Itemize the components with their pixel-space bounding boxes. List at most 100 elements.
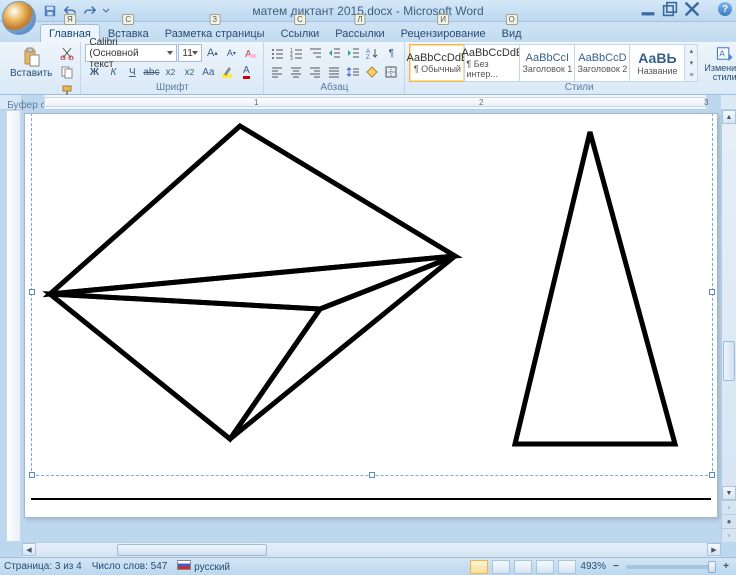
save-icon[interactable]: 1	[42, 3, 58, 19]
view-outline-icon[interactable]	[536, 560, 554, 574]
page[interactable]	[24, 113, 718, 518]
subscript-icon[interactable]: x2	[161, 63, 179, 81]
svg-text:A: A	[719, 48, 725, 58]
tab-page-layout[interactable]: ЗРазметка страницы	[157, 25, 273, 42]
status-words[interactable]: Число слов: 547	[92, 561, 168, 572]
sort-icon[interactable]: AZ	[363, 44, 381, 62]
status-language[interactable]: русский	[177, 560, 230, 573]
change-styles-button[interactable]: A Изменить стили	[700, 44, 736, 82]
next-page-icon[interactable]: ◦	[722, 528, 736, 542]
group-styles: AaBbCcDdE¶ Обычный AaBbCcDdE¶ Без интер.…	[405, 42, 736, 94]
svg-text:3: 3	[290, 56, 293, 60]
align-right-icon[interactable]	[306, 63, 324, 81]
group-paragraph: 123 AZ ¶ Абзац	[264, 42, 405, 94]
scroll-down-icon[interactable]: ▼	[722, 486, 736, 500]
justify-icon[interactable]	[325, 63, 343, 81]
group-label: Стили	[409, 82, 736, 94]
line-spacing-icon[interactable]	[344, 63, 362, 81]
style-heading1[interactable]: AaBbCcIЗаголовок 1	[519, 44, 575, 82]
zoom-level[interactable]: 493%	[580, 561, 606, 572]
qat-dropdown-icon[interactable]	[102, 3, 110, 19]
scrollbar-horizontal[interactable]: ◀ ▶	[22, 542, 721, 557]
scroll-left-icon[interactable]: ◀	[22, 543, 36, 556]
zoom-thumb[interactable]	[708, 561, 716, 573]
decrease-indent-icon[interactable]	[325, 44, 343, 62]
scrollbar-vertical[interactable]: ▲ ▼ ◦ ● ◦	[721, 110, 736, 542]
tab-label: Разметка страницы	[165, 28, 265, 40]
prev-page-icon[interactable]: ◦	[722, 500, 736, 514]
tab-view[interactable]: ОВид	[494, 25, 530, 42]
clear-format-icon[interactable]: A	[241, 44, 259, 62]
superscript-icon[interactable]: x2	[180, 63, 198, 81]
tab-mailings[interactable]: ЛРассылки	[327, 25, 392, 42]
zoom-in-icon[interactable]: +	[720, 561, 732, 573]
number-list-icon[interactable]: 123	[287, 44, 305, 62]
shrink-font-icon[interactable]: A▾	[222, 44, 240, 62]
style-normal[interactable]: AaBbCcDdE¶ Обычный	[409, 44, 465, 82]
tab-review[interactable]: ИРецензирование	[393, 25, 494, 42]
font-color-icon[interactable]: A	[237, 63, 255, 81]
font-name-input[interactable]: Calibri (Основной текст	[85, 44, 177, 62]
change-case-icon[interactable]: Aa	[199, 63, 217, 81]
browse-object-icon[interactable]: ●	[722, 514, 736, 528]
multilevel-list-icon[interactable]	[306, 44, 324, 62]
style-gallery: AaBbCcDdE¶ Обычный AaBbCcDdE¶ Без интер.…	[409, 44, 698, 82]
paste-button[interactable]: Вставить	[6, 44, 56, 82]
drawing-shapes	[25, 114, 718, 504]
font-size-input[interactable]: 11	[178, 44, 202, 62]
group-font: Calibri (Основной текст 11 A▴ A▾ A Ж К Ч…	[81, 42, 264, 94]
redo-icon[interactable]: 3	[82, 3, 98, 19]
tab-label: Главная	[49, 28, 91, 40]
style-heading2[interactable]: AaBbCcDЗаголовок 2	[574, 44, 630, 82]
scroll-thumb[interactable]	[723, 341, 735, 381]
tab-label: Ссылки	[281, 28, 320, 40]
scroll-right-icon[interactable]: ▶	[707, 543, 721, 556]
document-area: ▲ ▼ ◦ ● ◦	[0, 110, 736, 542]
view-web-icon[interactable]	[514, 560, 532, 574]
paste-label: Вставить	[10, 68, 52, 79]
view-full-screen-icon[interactable]	[492, 560, 510, 574]
tab-label: Вид	[502, 28, 522, 40]
view-draft-icon[interactable]	[558, 560, 576, 574]
status-page[interactable]: Страница: 3 из 4	[4, 561, 82, 572]
style-title[interactable]: АаВЬНазвание	[629, 44, 685, 82]
restore-icon[interactable]	[662, 2, 678, 16]
bullet-list-icon[interactable]	[268, 44, 286, 62]
group-label: Абзац	[268, 82, 400, 94]
tab-references[interactable]: ССсылки	[273, 25, 328, 42]
title-bar: 1 2 3 матем диктант 2015.docx - Microsof…	[0, 0, 736, 22]
cut-icon[interactable]	[58, 44, 76, 62]
tab-label: Рецензирование	[401, 28, 486, 40]
view-print-layout-icon[interactable]	[470, 560, 488, 574]
change-styles-label: Изменить стили	[704, 64, 736, 82]
ruler-vertical[interactable]	[6, 110, 21, 542]
help-icon[interactable]: ?	[718, 2, 732, 16]
align-left-icon[interactable]	[268, 63, 286, 81]
grow-font-icon[interactable]: A▴	[203, 44, 221, 62]
svg-text:Z: Z	[366, 55, 370, 60]
scroll-up-icon[interactable]: ▲	[722, 110, 736, 124]
copy-icon[interactable]	[58, 63, 76, 81]
ruler-horizontal[interactable]: 1 2 3	[44, 95, 706, 110]
highlight-icon[interactable]	[218, 63, 236, 81]
group-label: Шрифт	[85, 82, 259, 94]
close-icon[interactable]	[684, 2, 700, 16]
status-bar: Страница: 3 из 4 Число слов: 547 русский…	[0, 557, 736, 575]
increase-indent-icon[interactable]	[344, 44, 362, 62]
ribbon: Вставить Буфер обмена Calibri (Основной …	[0, 42, 736, 95]
minimize-icon[interactable]	[640, 2, 656, 16]
zoom-out-icon[interactable]: −	[610, 561, 622, 573]
shading-icon[interactable]	[363, 63, 381, 81]
show-marks-icon[interactable]: ¶	[382, 44, 400, 62]
borders-icon[interactable]	[382, 63, 400, 81]
align-center-icon[interactable]	[287, 63, 305, 81]
horizontal-rule	[31, 498, 711, 500]
zoom-slider[interactable]	[626, 565, 716, 569]
flag-icon	[177, 560, 191, 570]
quick-access-toolbar: 1 2 3	[42, 3, 110, 19]
scroll-thumb[interactable]	[117, 544, 267, 556]
style-gallery-scroll[interactable]: ▴▾≡	[684, 44, 698, 82]
style-no-spacing[interactable]: AaBbCcDdE¶ Без интер...	[464, 44, 520, 82]
office-button[interactable]	[2, 1, 36, 35]
tab-label: Рассылки	[335, 28, 384, 40]
